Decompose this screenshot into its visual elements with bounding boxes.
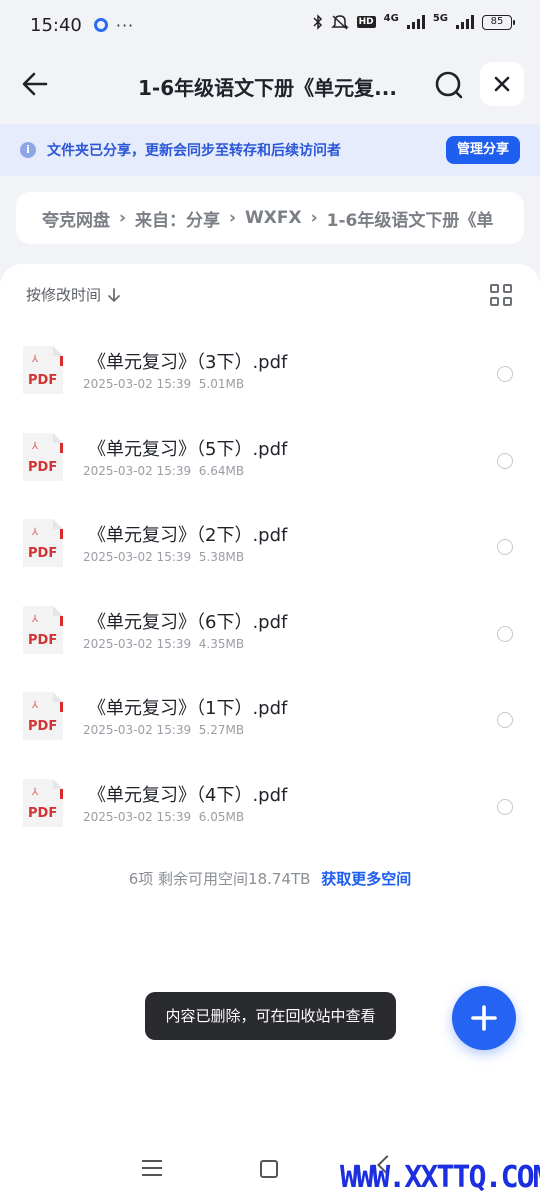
pdf-file-icon: ⅄ PDF <box>23 519 63 567</box>
close-button[interactable] <box>480 62 524 106</box>
plus-icon <box>471 1005 497 1031</box>
search-button[interactable] <box>432 68 466 102</box>
file-meta: 2025-03-02 15:39 6.05MB <box>83 810 244 824</box>
breadcrumb-item-wxfx[interactable]: WXFX <box>245 208 302 228</box>
manage-share-button[interactable]: 管理分享 <box>445 136 520 164</box>
back-button[interactable] <box>18 66 54 102</box>
grid-view-icon[interactable] <box>490 284 512 306</box>
sort-down-arrow-icon <box>108 287 120 302</box>
signal-icon <box>406 15 425 29</box>
file-row[interactable]: ⅄ PDF 《单元复习》（5下）.pdf 2025-03-02 15:39 6.6… <box>0 433 540 513</box>
file-date: 2025-03-02 15:39 <box>83 377 192 391</box>
status-bar: 15:40 ··· HD 4G 5G 85 <box>0 0 540 50</box>
file-size: 5.01MB <box>198 377 245 391</box>
breadcrumb-separator: › <box>229 208 237 228</box>
page-title: 1-6年级语文下册《单元复... <box>138 76 397 100</box>
file-size: 5.38MB <box>198 550 245 564</box>
arrow-left-icon <box>22 72 48 96</box>
recent-apps-icon[interactable] <box>142 1160 162 1176</box>
storage-summary: 6项 剩余可用空间18.74TB 获取更多空间 <box>0 868 540 889</box>
file-date: 2025-03-02 15:39 <box>83 464 192 478</box>
select-radio[interactable] <box>497 539 513 555</box>
file-meta: 2025-03-02 15:39 5.38MB <box>83 550 244 564</box>
file-name: 《单元复习》（1下）.pdf <box>88 698 288 719</box>
file-date: 2025-03-02 15:39 <box>83 550 192 564</box>
file-meta: 2025-03-02 15:39 5.01MB <box>83 377 244 391</box>
app-indicator-icon <box>93 18 108 32</box>
pdf-file-icon: ⅄ PDF <box>23 779 63 827</box>
pdf-file-icon: ⅄ PDF <box>23 346 63 394</box>
file-date: 2025-03-02 15:39 <box>83 810 192 824</box>
status-indicators: HD 4G 5G 85 <box>313 13 515 30</box>
breadcrumb-item-root[interactable]: 夸克网盘 <box>42 206 110 231</box>
pdf-file-icon: ⅄ PDF <box>23 606 63 654</box>
net-5g-label: 5G <box>432 13 448 24</box>
hd-badge: HD <box>356 16 376 28</box>
storage-summary-text: 6项 剩余可用空间18.74TB <box>128 870 311 888</box>
home-icon[interactable] <box>260 1160 278 1178</box>
breadcrumb-item-share[interactable]: 来自：分享 <box>135 206 220 231</box>
top-nav: 1-6年级语文下册《单元复... <box>0 58 540 114</box>
file-size: 5.27MB <box>198 723 245 737</box>
file-date: 2025-03-02 15:39 <box>83 723 192 737</box>
status-time: 15:40 <box>30 14 82 36</box>
pdf-file-icon: ⅄ PDF <box>23 433 63 481</box>
file-date: 2025-03-02 15:39 <box>83 637 192 651</box>
bluetooth-icon <box>313 14 322 30</box>
file-size: 6.05MB <box>198 810 245 824</box>
select-radio[interactable] <box>497 626 513 642</box>
battery-icon: 85 <box>482 14 515 30</box>
file-row[interactable]: ⅄ PDF 《单元复习》（6下）.pdf 2025-03-02 15:39 4.3… <box>0 606 540 686</box>
file-name: 《单元复习》（5下）.pdf <box>88 439 288 460</box>
sort-label: 按修改时间 <box>26 286 102 304</box>
file-meta: 2025-03-02 15:39 5.27MB <box>83 723 244 737</box>
info-icon: i <box>20 142 36 158</box>
share-banner: i 文件夹已分享，更新会同步至转存和后续访问者 管理分享 <box>0 124 540 176</box>
file-meta: 2025-03-02 15:39 6.64MB <box>83 464 244 478</box>
file-row[interactable]: ⅄ PDF 《单元复习》（1下）.pdf 2025-03-02 15:39 5.2… <box>0 692 540 772</box>
file-panel: 按修改时间 ⅄ PDF 《单元复习》（3下）.pdf 2025-03-02 15:… <box>0 264 540 1200</box>
file-row[interactable]: ⅄ PDF 《单元复习》（4下）.pdf 2025-03-02 15:39 6.0… <box>0 779 540 859</box>
select-radio[interactable] <box>497 799 513 815</box>
mute-icon <box>330 15 349 30</box>
file-name: 《单元复习》（6下）.pdf <box>88 612 288 633</box>
search-icon <box>435 71 463 99</box>
select-radio[interactable] <box>497 453 513 469</box>
sort-control[interactable]: 按修改时间 <box>26 284 121 305</box>
file-size: 4.35MB <box>198 637 245 651</box>
file-row[interactable]: ⅄ PDF 《单元复习》（2下）.pdf 2025-03-02 15:39 5.3… <box>0 519 540 599</box>
select-radio[interactable] <box>497 366 513 382</box>
close-icon <box>494 76 510 92</box>
net-4g-label: 4G <box>383 13 399 24</box>
file-size: 6.64MB <box>198 464 245 478</box>
breadcrumb: 夸克网盘 › 来自：分享 › WXFX › 1-6年级语文下册《单 <box>16 192 524 244</box>
get-more-space-link[interactable]: 获取更多空间 <box>321 870 411 888</box>
add-button[interactable] <box>452 986 516 1050</box>
watermark: WWW.XXTTQ.COM <box>340 1160 540 1195</box>
deleted-toast: 内容已删除，可在回收站中查看 <box>145 992 396 1040</box>
status-more-icon: ··· <box>115 15 135 35</box>
file-name: 《单元复习》（2下）.pdf <box>88 525 288 546</box>
file-name: 《单元复习》（4下）.pdf <box>88 785 288 806</box>
breadcrumb-separator: › <box>310 208 318 228</box>
select-radio[interactable] <box>497 712 513 728</box>
signal-icon-2 <box>456 15 474 29</box>
share-banner-text: 文件夹已分享，更新会同步至转存和后续访问者 <box>47 143 341 159</box>
file-name: 《单元复习》（3下）.pdf <box>88 352 288 373</box>
file-meta: 2025-03-02 15:39 4.35MB <box>83 637 244 651</box>
breadcrumb-separator: › <box>119 208 127 228</box>
file-row[interactable]: ⅄ PDF 《单元复习》（3下）.pdf 2025-03-02 15:39 5.0… <box>0 346 540 426</box>
pdf-file-icon: ⅄ PDF <box>23 692 63 740</box>
breadcrumb-item-current[interactable]: 1-6年级语文下册《单 <box>327 206 494 231</box>
